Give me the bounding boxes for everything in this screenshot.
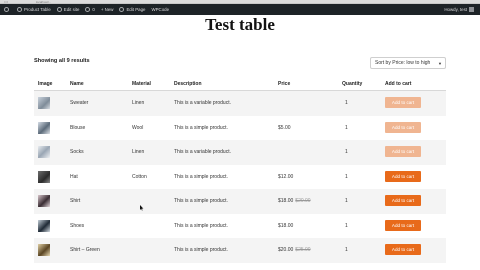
house-icon [17,7,22,12]
table-header: Image Name Material Description Price Qu… [34,78,446,91]
product-description: This is a variable product. [174,149,231,155]
page-title: Test table [205,15,275,34]
product-description: This is a simple product. [174,198,228,204]
table-row: Shirt This is a simple product. $18.00 $2… [34,189,446,214]
product-description: This is a simple product. [174,247,228,253]
table-row: Hat Cotton This is a simple product. $12… [34,165,446,190]
comment-icon [85,7,91,12]
add-to-cart-button[interactable]: Add to cart [385,195,421,206]
add-to-cart-button[interactable]: Add to cart [385,170,421,182]
admin-bar-comments[interactable]: 0 [85,7,95,12]
product-price: $5.00 [278,124,291,131]
avatar [469,7,474,12]
product-name[interactable]: Shirt – Green [70,247,100,253]
product-thumbnail[interactable] [38,146,50,158]
quantity-field[interactable]: 1 [345,149,348,155]
table-row: Socks Linen This is a variable product. … [34,140,446,165]
table-row: Shoes This is a simple product. $18.00 1… [34,214,446,239]
product-price: $12.00 [278,173,294,180]
wordpress-logo-icon[interactable] [4,7,11,12]
product-name[interactable]: Hat [70,174,78,180]
product-thumbnail[interactable] [38,170,50,183]
product-description: This is a simple product. [174,124,228,131]
url-text[interactable]: localhost/... [36,0,96,3]
product-price: $18.00 [278,222,294,229]
quantity-field[interactable]: 1 [345,223,348,229]
table-row: Blouse Wool This is a simple product. $5… [34,116,446,141]
product-thumbnail[interactable] [38,121,50,134]
pencil-icon [119,7,125,12]
product-thumbnail[interactable] [38,244,50,256]
product-name[interactable]: Blouse [70,125,85,131]
product-material: Cotton [132,173,147,180]
product-old-price: $20.00 [295,198,311,204]
add-to-cart-button[interactable]: Add to cart [385,97,421,108]
admin-bar-edit-page[interactable]: Edit Page [119,7,145,12]
product-name[interactable]: Socks [70,149,84,155]
add-to-cart-button[interactable]: Add to cart [385,121,421,133]
add-to-cart-button[interactable]: Add to cart [385,244,421,255]
sort-selected-value: Sort by Price: low to high [375,60,431,66]
window-controls-icon: ••• [4,0,9,4]
table-row: Sweater Linen This is a variable product… [34,91,446,116]
product-price: $20.00 $25.00 [278,247,311,253]
product-name[interactable]: Shirt [70,198,80,204]
table-row: Shirt – Green This is a simple product. … [34,238,446,263]
product-thumbnail[interactable] [38,195,50,207]
quantity-field[interactable]: 1 [345,174,348,180]
product-thumbnail[interactable] [38,219,50,232]
product-material: Wool [132,124,144,131]
add-to-cart-button[interactable]: Add to cart [385,219,421,231]
quantity-field[interactable]: 1 [345,198,348,204]
header-description[interactable]: Description [174,81,202,87]
greeting-text: Howdy, test [444,7,467,12]
wp-admin-bar: Product Table Edit site 0 + New Edit Pag… [0,4,480,15]
product-name[interactable]: Shoes [70,223,84,229]
quantity-field[interactable]: 1 [345,100,348,106]
sort-select[interactable]: Sort by Price: low to high ▼ [370,57,446,69]
pencil-icon [56,7,62,12]
product-material: Linen [132,149,145,155]
product-material: Linen [132,100,145,106]
product-description: This is a simple product. [174,173,228,180]
quantity-field[interactable]: 1 [345,125,348,131]
product-description: This is a simple product. [174,222,228,229]
product-price: $18.00 $20.00 [278,198,311,204]
admin-bar-account[interactable]: Howdy, test [444,7,474,12]
product-table: Image Name Material Description Price Qu… [34,78,446,263]
add-to-cart-button[interactable]: Add to cart [385,146,421,157]
chevron-down-icon: ▼ [438,60,442,66]
results-count: Showing all 9 results [34,58,90,64]
header-price[interactable]: Price [278,81,290,87]
header-quantity[interactable]: Quantity [342,81,362,87]
product-name[interactable]: Sweater [70,100,88,106]
header-material[interactable]: Material [132,81,151,87]
product-description: This is a variable product. [174,100,231,106]
admin-bar-wpcode[interactable]: WPCode [151,7,169,12]
header-add-to-cart: Add to cart [385,81,412,87]
header-name[interactable]: Name [70,81,84,87]
header-image[interactable]: Image [38,81,52,87]
admin-bar-new[interactable]: + New [101,7,114,12]
product-old-price: $25.00 [295,247,311,253]
admin-bar-edit-site[interactable]: Edit site [56,7,79,12]
quantity-field[interactable]: 1 [345,247,348,253]
product-thumbnail[interactable] [38,97,50,109]
mouse-cursor-icon [140,205,144,211]
admin-bar-site-name[interactable]: Product Table [17,7,51,12]
